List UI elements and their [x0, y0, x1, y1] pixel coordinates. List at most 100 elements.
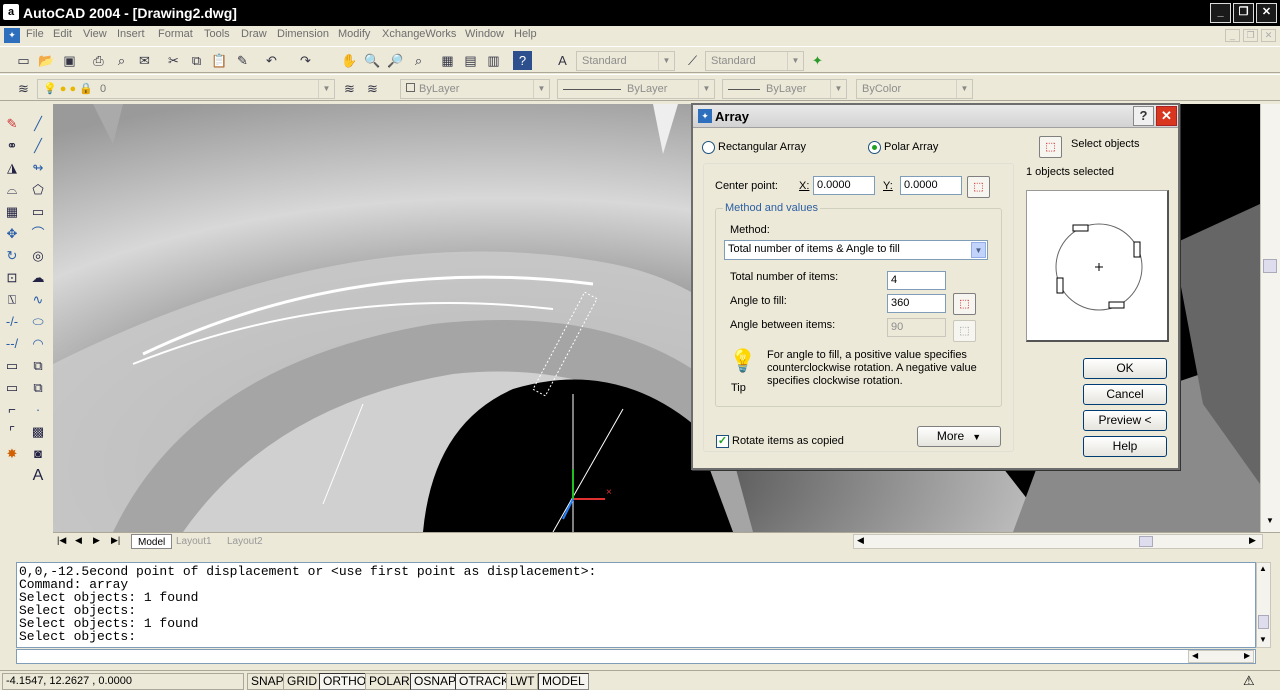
- scroll-down-icon[interactable]: ▼: [1263, 516, 1277, 530]
- lineweight-combo[interactable]: ByLayer ▼: [722, 79, 847, 99]
- xchange-icon[interactable]: ✦: [808, 51, 827, 70]
- line-icon[interactable]: ╱: [27, 114, 49, 134]
- region-icon[interactable]: ◙: [27, 444, 49, 464]
- pan-icon[interactable]: ✋: [340, 51, 359, 70]
- spline-icon[interactable]: ∿: [27, 290, 49, 310]
- design-center-icon[interactable]: ▤: [461, 51, 480, 70]
- tab-layout1[interactable]: Layout1: [170, 534, 218, 549]
- close-button[interactable]: ✕: [1256, 3, 1277, 23]
- snap-toggle[interactable]: SNAP: [247, 673, 288, 690]
- ellipse-icon[interactable]: ⬭: [27, 312, 49, 332]
- linetype-combo[interactable]: ByLayer ▼: [557, 79, 715, 99]
- menu-xchangeworks[interactable]: XchangeWorks: [382, 28, 456, 40]
- menu-dimension[interactable]: Dimension: [277, 28, 329, 40]
- total-items-input[interactable]: 4: [887, 271, 946, 290]
- communication-center-icon[interactable]: ⚠: [1243, 673, 1255, 689]
- chevron-down-icon[interactable]: ▼: [971, 242, 986, 258]
- break-at-point-icon[interactable]: ▭: [1, 378, 23, 398]
- zoom-previous-icon[interactable]: ⌕: [409, 51, 428, 70]
- hscroll-thumb[interactable]: [1139, 536, 1153, 547]
- polar-array-label[interactable]: Polar Array: [884, 141, 938, 153]
- select-objects-button[interactable]: ⬚: [1039, 136, 1062, 158]
- document-icon[interactable]: ✦: [4, 28, 20, 43]
- scroll-up-icon[interactable]: ▲: [1259, 564, 1267, 573]
- hatch-icon[interactable]: ▩: [27, 422, 49, 442]
- more-button[interactable]: More ▼: [917, 426, 1001, 447]
- center-x-input[interactable]: 0.0000: [813, 176, 875, 195]
- lwt-toggle[interactable]: LWT: [506, 673, 539, 690]
- zoom-realtime-icon[interactable]: 🔍: [363, 51, 382, 70]
- ok-button[interactable]: OK: [1083, 358, 1167, 379]
- command-scrollbar[interactable]: ▲ ▼: [1256, 562, 1271, 648]
- angle-between-input[interactable]: 90: [887, 318, 946, 337]
- save-icon[interactable]: ▣: [60, 51, 79, 70]
- model-toggle[interactable]: MODEL: [538, 673, 589, 690]
- polyline-icon[interactable]: ↬: [27, 158, 49, 178]
- circle-icon[interactable]: ◎: [27, 246, 49, 266]
- menu-view[interactable]: View: [83, 28, 107, 40]
- command-hscroll[interactable]: ◀ ▶: [1188, 650, 1254, 663]
- arc-icon[interactable]: ⌒: [27, 224, 49, 244]
- copy-icon[interactable]: ⧉: [187, 51, 206, 70]
- rotate-items-checkbox[interactable]: ✓: [716, 435, 729, 448]
- rectangle-icon[interactable]: ▭: [27, 202, 49, 222]
- revision-cloud-icon[interactable]: ☁: [27, 268, 49, 288]
- polar-array-radio[interactable]: [868, 141, 881, 154]
- break-icon[interactable]: ▭: [1, 356, 23, 376]
- menu-modify[interactable]: Modify: [338, 28, 370, 40]
- menu-file[interactable]: File: [26, 28, 44, 40]
- zoom-window-icon[interactable]: 🔎: [386, 51, 405, 70]
- plotstyle-combo[interactable]: ByColor ▼: [856, 79, 973, 99]
- autocad-app-icon[interactable]: a: [3, 4, 19, 20]
- tab-next-icon[interactable]: ▶: [93, 535, 100, 546]
- scroll-left-icon[interactable]: ◀: [1192, 651, 1198, 660]
- horizontal-scrollbar[interactable]: ◀ ▶: [853, 534, 1263, 549]
- restore-button[interactable]: ❐: [1233, 3, 1254, 23]
- fillet-icon[interactable]: ⌜: [1, 422, 23, 442]
- ortho-toggle[interactable]: ORTHO: [319, 673, 371, 690]
- rotate-items-label[interactable]: Rotate items as copied: [732, 435, 844, 447]
- layer-previous-icon[interactable]: ≋: [363, 79, 382, 98]
- paste-icon[interactable]: 📋: [210, 51, 229, 70]
- chamfer-icon[interactable]: ⌐: [1, 400, 23, 420]
- rectangular-array-label[interactable]: Rectangular Array: [718, 141, 806, 153]
- tab-model[interactable]: Model: [131, 534, 173, 549]
- layer-combo[interactable]: 💡 ● ● 🔒 0 ▼: [37, 79, 335, 99]
- tab-prev-icon[interactable]: ◀: [75, 535, 82, 546]
- dim-style-combo[interactable]: Standard ▼: [705, 51, 804, 71]
- doc-close-button[interactable]: ✕: [1261, 29, 1276, 42]
- open-icon[interactable]: 📂: [37, 51, 56, 70]
- method-select[interactable]: Total number of items & Angle to fill ▼: [724, 240, 988, 260]
- tab-first-icon[interactable]: |◀: [57, 535, 66, 546]
- publish-icon[interactable]: ✉: [135, 51, 154, 70]
- plot-preview-icon[interactable]: ⌕: [112, 51, 131, 70]
- offset-icon[interactable]: ⌓: [1, 180, 23, 200]
- match-properties-icon[interactable]: ✎: [233, 51, 252, 70]
- cmd-scroll-thumb[interactable]: [1258, 615, 1269, 629]
- scroll-thumb[interactable]: [1263, 259, 1277, 273]
- text-style-combo[interactable]: Standard ▼: [576, 51, 675, 71]
- make-object-layer-current-icon[interactable]: ≋: [340, 79, 359, 98]
- doc-minimize-button[interactable]: _: [1225, 29, 1240, 42]
- help-button[interactable]: ?: [1133, 106, 1154, 126]
- properties-icon[interactable]: ▦: [438, 51, 457, 70]
- preview-button[interactable]: Preview <: [1083, 410, 1167, 431]
- scroll-right-icon[interactable]: ▶: [1249, 535, 1256, 546]
- new-icon[interactable]: ▭: [14, 51, 33, 70]
- rotate-icon[interactable]: ↻: [1, 246, 23, 266]
- cut-icon[interactable]: ✂: [164, 51, 183, 70]
- make-block-icon[interactable]: ⧉: [27, 378, 49, 398]
- pick-angle-between-button[interactable]: ⬚: [953, 320, 976, 342]
- copy-object-icon[interactable]: ⚭: [1, 136, 23, 156]
- stretch-icon[interactable]: ⍂: [1, 290, 23, 310]
- pick-angle-fill-button[interactable]: ⬚: [953, 293, 976, 315]
- rectangular-array-radio[interactable]: [702, 141, 715, 154]
- plot-icon[interactable]: ⎙: [89, 51, 108, 70]
- text-style-icon[interactable]: A: [553, 51, 572, 70]
- close-button[interactable]: ✕: [1156, 106, 1177, 126]
- menu-edit[interactable]: Edit: [53, 28, 72, 40]
- ellipse-arc-icon[interactable]: ◠: [27, 334, 49, 354]
- move-icon[interactable]: ✥: [1, 224, 23, 244]
- menu-window[interactable]: Window: [465, 28, 504, 40]
- help-dialog-button[interactable]: Help: [1083, 436, 1167, 457]
